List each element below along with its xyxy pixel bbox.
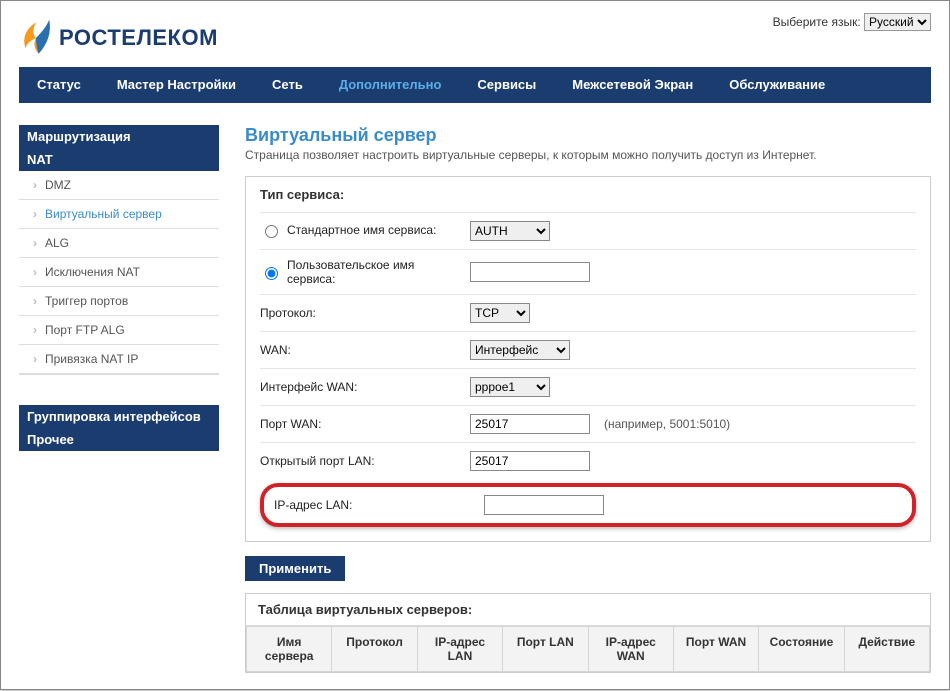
apply-button[interactable]: Применить	[245, 556, 345, 581]
nav-network[interactable]: Сеть	[254, 67, 321, 103]
nav-services[interactable]: Сервисы	[459, 67, 554, 103]
sidebar-group-routing[interactable]: Маршрутизация	[19, 125, 219, 148]
col-protocol: Протокол	[332, 626, 417, 672]
lan-port-input[interactable]	[470, 451, 590, 471]
nav-maintenance[interactable]: Обслуживание	[711, 67, 843, 103]
main-nav: Статус Мастер Настройки Сеть Дополнитель…	[19, 67, 931, 103]
custom-service-input[interactable]	[470, 262, 590, 282]
brand-logo: Ростелеком	[19, 17, 218, 59]
wan-port-input[interactable]	[470, 414, 590, 434]
wan-select[interactable]: Интерфейс	[470, 340, 570, 360]
sidebar-item-nat-exclude[interactable]: Исключения NAT	[19, 258, 219, 287]
nav-wizard[interactable]: Мастер Настройки	[99, 67, 254, 103]
lan-port-label: Открытый порт LAN:	[260, 454, 460, 468]
sidebar-item-ftp-alg-port[interactable]: Порт FTP ALG	[19, 316, 219, 345]
col-action: Действие	[845, 626, 930, 672]
sidebar-item-port-trigger[interactable]: Триггер портов	[19, 287, 219, 316]
brand-name: Ростелеком	[59, 25, 218, 51]
sidebar-item-virtual-server[interactable]: Виртуальный сервер	[19, 200, 219, 229]
form-legend: Тип сервиса:	[260, 187, 916, 202]
sidebar-group-nat[interactable]: NAT	[19, 148, 219, 171]
lan-ip-input[interactable]	[484, 495, 604, 515]
table-legend: Таблица виртуальных серверов:	[246, 594, 930, 626]
std-service-radio[interactable]	[265, 225, 278, 238]
std-service-select[interactable]: AUTH	[470, 221, 550, 241]
language-selector: Выберите язык: Русский	[773, 13, 931, 31]
protocol-label: Протокол:	[260, 306, 460, 320]
sidebar-item-dmz[interactable]: DMZ	[19, 171, 219, 200]
wan-port-label: Порт WAN:	[260, 417, 460, 431]
wan-interface-select[interactable]: pppoe1	[470, 377, 550, 397]
language-select[interactable]: Русский	[864, 13, 931, 31]
sidebar-group-other[interactable]: Прочее	[19, 428, 219, 451]
wan-port-hint: (например, 5001:5010)	[604, 417, 730, 431]
lan-ip-highlight: IP-адрес LAN:	[260, 483, 916, 527]
col-server-name: Имя сервера	[246, 626, 332, 672]
lan-ip-label: IP-адрес LAN:	[274, 498, 474, 512]
custom-service-radio[interactable]	[265, 267, 278, 280]
col-lan-port: Порт LAN	[503, 626, 588, 672]
sidebar-group-iface-grouping[interactable]: Группировка интерфейсов	[19, 405, 219, 428]
service-type-form: Тип сервиса: Стандартное имя сервиса: AU…	[245, 176, 931, 542]
col-wan-port: Порт WAN	[674, 626, 759, 672]
wan-label: WAN:	[260, 343, 460, 357]
col-lan-ip: IP-адрес LAN	[418, 626, 503, 672]
sidebar-item-alg[interactable]: ALG	[19, 229, 219, 258]
nav-advanced[interactable]: Дополнительно	[321, 67, 460, 103]
wan-interface-label: Интерфейс WAN:	[260, 380, 460, 394]
col-wan-ip: IP-адрес WAN	[589, 626, 674, 672]
virtual-servers-table: Таблица виртуальных серверов: Имя сервер…	[245, 593, 931, 673]
page-title: Виртуальный сервер	[245, 125, 931, 146]
page-description: Страница позволяет настроить виртуальные…	[245, 148, 931, 162]
nav-status[interactable]: Статус	[19, 67, 99, 103]
col-state: Состояние	[759, 626, 844, 672]
custom-service-radio-label[interactable]: Пользовательское имя сервиса:	[260, 258, 460, 286]
language-label: Выберите язык:	[773, 15, 861, 29]
sidebar-item-nat-ip-bind[interactable]: Привязка NAT IP	[19, 345, 219, 374]
protocol-select[interactable]: TCP	[470, 303, 530, 323]
logo-icon	[19, 17, 53, 59]
std-service-radio-label[interactable]: Стандартное имя сервиса:	[260, 222, 436, 238]
sidebar: Маршрутизация NAT DMZ Виртуальный сервер…	[19, 125, 219, 673]
nav-firewall[interactable]: Межсетевой Экран	[554, 67, 711, 103]
